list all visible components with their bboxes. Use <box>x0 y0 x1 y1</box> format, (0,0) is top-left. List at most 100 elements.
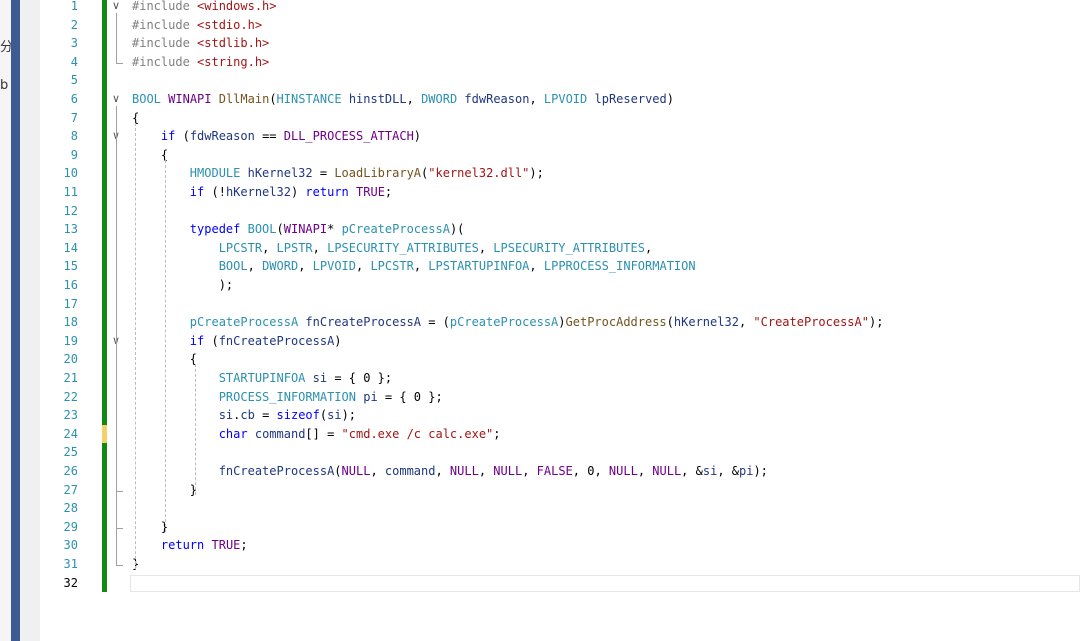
line-number: 24 <box>63 426 78 441</box>
line-number: 31 <box>63 557 78 571</box>
change-indicator <box>102 108 107 128</box>
code-line[interactable]: 8 ∨ if (fdwReason == DLL_PROCESS_ATTACH) <box>40 127 1080 146</box>
line-number: 29 <box>63 519 78 534</box>
code-line[interactable]: 15 BOOL, DWORD, LPVOID, LPCSTR, LPSTARTU… <box>40 257 1080 276</box>
code-text: BOOL, DWORD, LPVOID, LPCSTR, LPSTARTUPIN… <box>218 259 696 274</box>
change-indicator <box>102 350 107 369</box>
line-number: 27 <box>63 482 78 497</box>
change-indicator <box>102 443 107 462</box>
line-number: 8 <box>70 129 78 144</box>
code-text: typedef BOOL(WINAPI* pCreateProcessA)( <box>189 222 465 237</box>
line-number: 6 <box>70 92 78 106</box>
code-line[interactable]: 20 { <box>40 350 1080 369</box>
code-line[interactable]: 29 } <box>40 517 1080 537</box>
code-text: { <box>132 147 169 162</box>
change-indicator <box>102 257 107 276</box>
indent-guide <box>195 364 196 495</box>
code-text: pCreateProcessA fnCreateProcessA = (pCre… <box>189 315 884 330</box>
change-indicator <box>102 424 107 444</box>
code-line[interactable]: 18 pCreateProcessA fnCreateProcessA = (p… <box>40 313 1080 332</box>
code-line[interactable]: 13 typedef BOOL(WINAPI* pCreateProcessA)… <box>40 220 1080 239</box>
code-line[interactable]: 27 } <box>40 480 1080 500</box>
change-indicator <box>102 369 107 388</box>
change-indicator <box>102 183 107 202</box>
panel-splitter[interactable] <box>11 0 20 641</box>
line-number: 17 <box>63 296 78 311</box>
code-line[interactable]: 21 STARTUPINFOA si = { 0 }; <box>40 369 1080 388</box>
code-line[interactable]: 25 <box>40 443 1080 462</box>
code-text: #include <stdio.h> <box>132 17 263 32</box>
line-number: 22 <box>63 389 78 404</box>
change-indicator <box>102 71 107 90</box>
code-text: BOOL WINAPI DllMain(HINSTANCE hinstDLL, … <box>132 92 674 106</box>
code-text: return TRUE; <box>160 538 248 553</box>
code-line[interactable]: 16 ); <box>40 276 1080 295</box>
code-line[interactable]: 2 #include <stdio.h> <box>40 15 1080 35</box>
line-number: 19 <box>63 333 78 348</box>
change-indicator <box>102 238 107 258</box>
line-number: 30 <box>63 538 78 553</box>
change-indicator <box>102 15 107 35</box>
line-number: 13 <box>63 222 78 237</box>
line-number: 23 <box>63 408 78 423</box>
line-number: 9 <box>70 147 78 162</box>
change-indicator <box>102 145 107 165</box>
line-number: 7 <box>70 110 78 125</box>
code-text: #include <string.h> <box>132 54 270 69</box>
code-line[interactable]: 17 <box>40 294 1080 314</box>
code-text: fnCreateProcessA(NULL, command, NULL, NU… <box>218 464 768 478</box>
code-line[interactable]: 31} <box>40 555 1080 574</box>
current-line-highlight <box>130 574 1080 592</box>
code-line[interactable]: 4 #include <string.h> <box>40 52 1080 72</box>
code-line[interactable]: 1 ∨ #include <windows.h> <box>40 0 1080 16</box>
change-indicator <box>102 164 107 183</box>
change-indicator <box>102 387 107 407</box>
change-indicator <box>102 220 107 239</box>
left-panel-text-fragment: 分 <box>0 40 11 55</box>
line-number: 26 <box>63 464 78 478</box>
line-number: 11 <box>63 185 78 199</box>
line-number: 25 <box>63 445 78 460</box>
line-number: 4 <box>70 54 78 69</box>
code-line[interactable]: 11 if (!hKernel32) return TRUE; <box>40 183 1080 202</box>
line-number: 15 <box>63 259 78 274</box>
line-number: 32 <box>63 575 78 590</box>
left-panel-text-fragment: b <box>0 78 9 93</box>
code-line[interactable]: 32 <box>40 573 1080 593</box>
code-line[interactable]: 5 <box>40 71 1080 90</box>
change-indicator <box>102 276 107 295</box>
code-line[interactable]: 26 fnCreateProcessA(NULL, command, NULL,… <box>40 462 1080 481</box>
code-line[interactable]: 19 ∨ if (fnCreateProcessA) <box>40 331 1080 351</box>
code-text: PROCESS_INFORMATION pi = { 0 }; <box>218 389 443 404</box>
code-line[interactable]: 24 char command[] = "cmd.exe /c calc.exe… <box>40 424 1080 444</box>
code-line[interactable]: 9 { <box>40 145 1080 165</box>
change-indicator <box>102 517 107 537</box>
outline-bracket <box>116 347 123 492</box>
change-indicator <box>102 536 107 555</box>
code-line[interactable]: 30 return TRUE; <box>40 536 1080 555</box>
change-indicator <box>102 555 107 574</box>
code-line[interactable]: 28 <box>40 499 1080 518</box>
code-line[interactable]: 10 HMODULE hKernel32 = LoadLibraryA("ker… <box>40 164 1080 183</box>
code-text: if (fdwReason == DLL_PROCESS_ATTACH) <box>160 129 422 144</box>
line-number: 10 <box>63 166 78 181</box>
line-number: 21 <box>63 371 78 385</box>
change-indicator <box>102 52 107 72</box>
code-line[interactable]: 12 <box>40 201 1080 221</box>
code-text: } <box>132 519 169 534</box>
line-number: 12 <box>63 203 78 218</box>
change-indicator <box>102 313 107 332</box>
outline-bracket <box>116 13 123 64</box>
code-line[interactable]: 7{ <box>40 108 1080 128</box>
change-indicator <box>102 480 107 500</box>
code-text: if (!hKernel32) return TRUE; <box>189 185 393 199</box>
code-text: ); <box>132 278 234 292</box>
code-editor[interactable]: 1 ∨ #include <windows.h> 2 #include <stdio.h… <box>40 0 1080 641</box>
code-line[interactable]: 22 PROCESS_INFORMATION pi = { 0 }; <box>40 387 1080 407</box>
code-line[interactable]: 14 LPCSTR, LPSTR, LPSECURITY_ATTRIBUTES,… <box>40 238 1080 258</box>
code-line[interactable]: 3 #include <stdlib.h> <box>40 34 1080 53</box>
change-indicator <box>102 331 107 351</box>
change-indicator <box>102 127 107 146</box>
code-line[interactable]: 6 ∨ BOOL WINAPI DllMain(HINSTANCE hinstDLL… <box>40 90 1080 109</box>
code-line[interactable]: 23 si.cb = sizeof(si); <box>40 406 1080 425</box>
